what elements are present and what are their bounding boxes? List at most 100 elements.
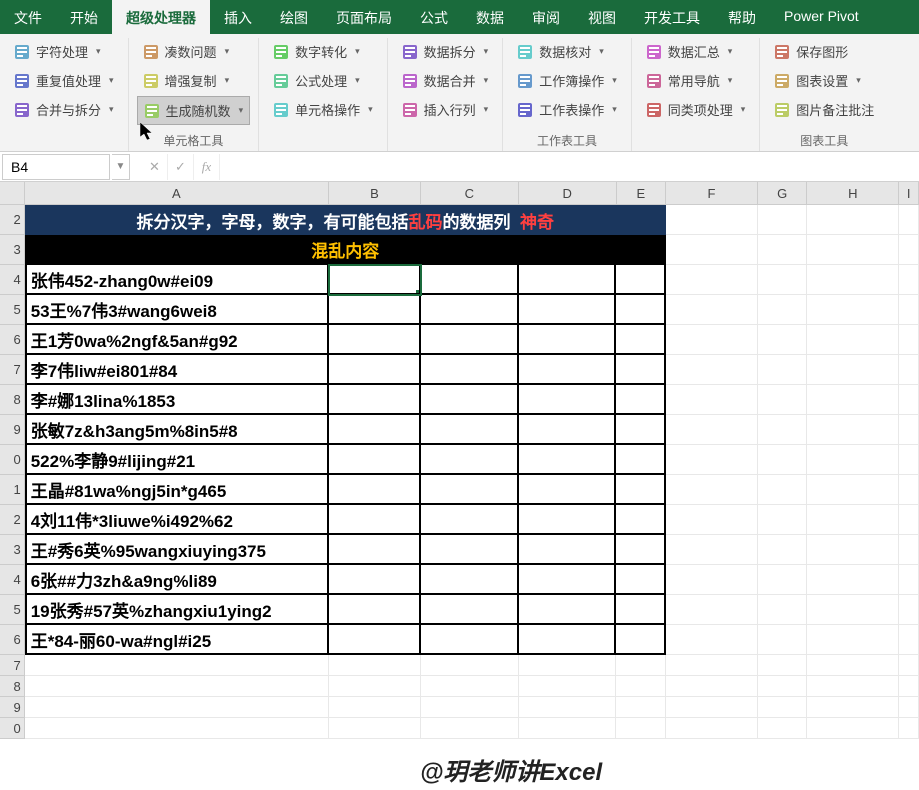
cell-c[interactable] [421, 385, 519, 415]
cell[interactable] [807, 445, 899, 475]
cell-e[interactable] [616, 505, 665, 535]
col-header-g[interactable]: G [758, 182, 807, 204]
row-header[interactable]: 6 [0, 625, 25, 655]
cell[interactable] [666, 565, 758, 595]
cell[interactable] [758, 385, 807, 415]
row-header[interactable]: 3 [0, 535, 25, 565]
row-header[interactable]: 9 [0, 415, 25, 445]
cell[interactable] [899, 718, 919, 739]
row-header[interactable]: 0 [0, 445, 25, 475]
cell[interactable] [758, 415, 807, 445]
select-all-corner[interactable] [0, 182, 25, 204]
cell-d[interactable] [519, 625, 617, 655]
cell[interactable] [807, 625, 899, 655]
cell-b[interactable] [329, 265, 421, 295]
cell[interactable] [807, 415, 899, 445]
row-header[interactable]: 8 [0, 676, 25, 697]
row-header[interactable]: 3 [0, 235, 25, 265]
cell[interactable] [666, 595, 758, 625]
cell-c[interactable] [421, 295, 519, 325]
tab-superprocessor[interactable]: 超级处理器 [112, 0, 210, 34]
cell[interactable] [899, 655, 919, 676]
cell[interactable] [807, 355, 899, 385]
cell[interactable] [666, 505, 758, 535]
cell[interactable] [666, 697, 758, 718]
cell[interactable] [666, 295, 758, 325]
cell[interactable] [519, 718, 617, 739]
cell-d[interactable] [519, 325, 617, 355]
row-header[interactable]: 6 [0, 325, 25, 355]
data-cell[interactable]: 19张秀#57英%zhangxiu1ying2 [25, 595, 329, 625]
cell[interactable] [899, 475, 919, 505]
cell-c[interactable] [421, 445, 519, 475]
ribbon-btn-合并与拆分[interactable]: 合并与拆分▾ [8, 96, 120, 123]
tab-powerpivot[interactable]: Power Pivot [770, 0, 873, 34]
cell[interactable] [899, 595, 919, 625]
ribbon-btn-保存图形[interactable]: 保存图形 [768, 38, 880, 65]
fx-icon[interactable]: fx [194, 154, 220, 180]
cell[interactable] [758, 355, 807, 385]
cell-c[interactable] [421, 265, 519, 295]
cell-b[interactable] [329, 505, 421, 535]
cell-e[interactable] [616, 325, 665, 355]
cell[interactable] [807, 205, 899, 235]
cell[interactable] [899, 325, 919, 355]
cell[interactable] [807, 595, 899, 625]
cell-c[interactable] [421, 505, 519, 535]
cell[interactable] [758, 718, 807, 739]
ribbon-btn-凑数问题[interactable]: 凑数问题▾ [137, 38, 251, 65]
cell[interactable] [758, 325, 807, 355]
row-header[interactable]: 5 [0, 595, 25, 625]
cell[interactable] [758, 535, 807, 565]
cell[interactable] [519, 676, 617, 697]
tab-insert[interactable]: 插入 [210, 0, 266, 34]
cell-d[interactable] [519, 415, 617, 445]
cell[interactable] [666, 265, 758, 295]
cell-b[interactable] [329, 445, 421, 475]
cell[interactable] [666, 445, 758, 475]
formula-accept-icon[interactable]: ✓ [168, 154, 194, 180]
name-box[interactable]: B4 [2, 154, 110, 180]
cell[interactable] [899, 445, 919, 475]
cell[interactable] [899, 265, 919, 295]
cell-b[interactable] [329, 625, 421, 655]
cell[interactable] [899, 625, 919, 655]
cell[interactable] [666, 235, 758, 265]
cell-d[interactable] [519, 505, 617, 535]
ribbon-btn-数字转化[interactable]: 数字转化▾ [267, 38, 379, 65]
cell-d[interactable] [519, 265, 617, 295]
cell-d[interactable] [519, 565, 617, 595]
cell[interactable] [666, 385, 758, 415]
cell[interactable] [899, 235, 919, 265]
cell[interactable] [807, 265, 899, 295]
cell-c[interactable] [421, 565, 519, 595]
ribbon-btn-单元格操作[interactable]: 单元格操作▾ [267, 96, 379, 123]
ribbon-btn-图片备注批注[interactable]: 图片备注批注 [768, 96, 880, 123]
cell[interactable] [807, 655, 899, 676]
ribbon-btn-生成随机数[interactable]: 生成随机数▾ [137, 96, 251, 125]
cell-c[interactable] [421, 325, 519, 355]
cell[interactable] [666, 205, 758, 235]
col-header-c[interactable]: C [421, 182, 519, 204]
cell[interactable] [758, 475, 807, 505]
cell[interactable] [329, 718, 421, 739]
cell-e[interactable] [616, 565, 665, 595]
cell[interactable] [329, 655, 421, 676]
col-header-b[interactable]: B [329, 182, 421, 204]
cell[interactable] [758, 565, 807, 595]
cell-b[interactable] [329, 295, 421, 325]
cell-e[interactable] [616, 385, 665, 415]
cell-c[interactable] [421, 535, 519, 565]
cell[interactable] [899, 676, 919, 697]
cell[interactable] [899, 295, 919, 325]
ribbon-btn-重复值处理[interactable]: 重复值处理▾ [8, 67, 120, 94]
row-header[interactable]: 0 [0, 718, 25, 739]
ribbon-btn-常用导航[interactable]: 常用导航▾ [640, 67, 752, 94]
cell-d[interactable] [519, 595, 617, 625]
cell[interactable] [616, 718, 665, 739]
ribbon-btn-数据拆分[interactable]: 数据拆分▾ [396, 38, 495, 65]
cell[interactable] [807, 325, 899, 355]
row-header[interactable]: 9 [0, 697, 25, 718]
ribbon-btn-图表设置[interactable]: 图表设置▾ [768, 67, 880, 94]
cell[interactable] [807, 535, 899, 565]
